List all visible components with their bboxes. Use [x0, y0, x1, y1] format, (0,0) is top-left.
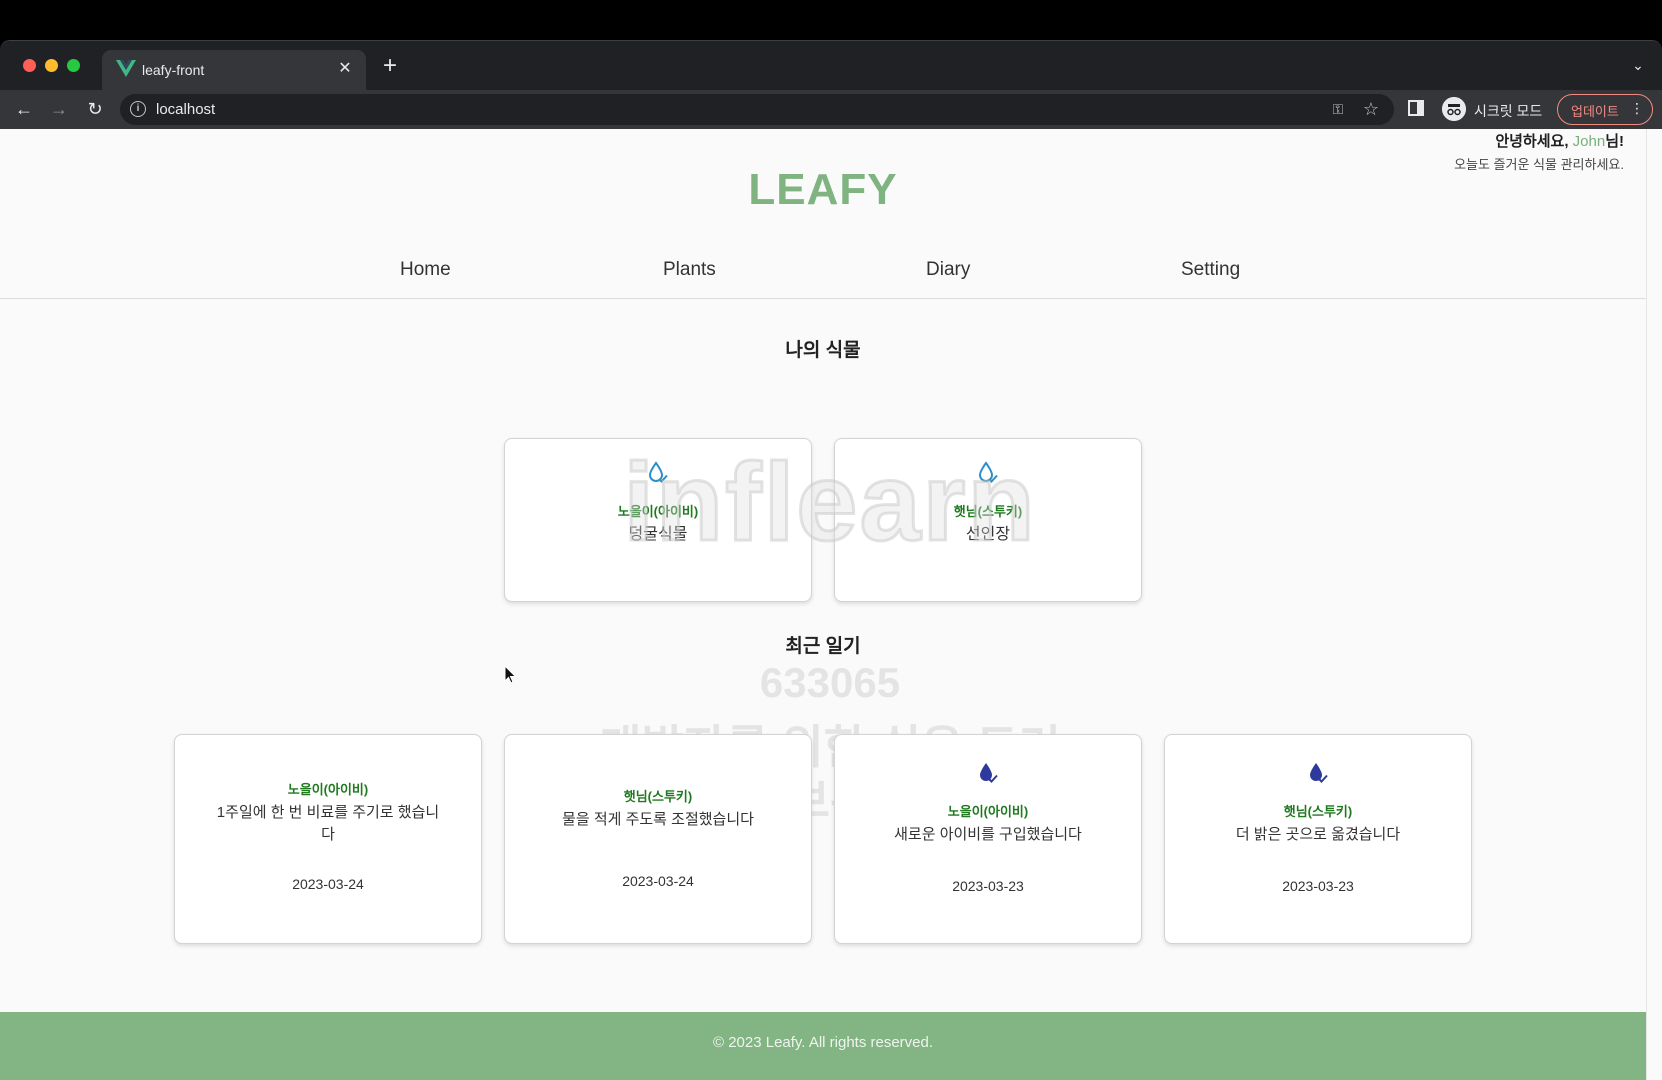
- diary-date: 2023-03-23: [952, 878, 1024, 894]
- water-drop-outline-icon: [978, 461, 998, 483]
- update-button[interactable]: 업데이트 ⋮: [1557, 94, 1653, 125]
- tab-title: leafy-front: [142, 62, 205, 78]
- diary-plant-name: 노을이(아이비): [947, 804, 1029, 819]
- tab-close-icon[interactable]: ✕: [334, 58, 356, 80]
- browser-window: leafy-front ✕ + ⌄ ← → ↻ i localhost ⚿ ☆ …: [0, 40, 1662, 1080]
- main-nav: Home Plants Diary Setting: [0, 247, 1646, 299]
- incognito-icon: [1442, 97, 1466, 121]
- water-drop-filled-icon: [980, 763, 998, 783]
- diary-text: 더 밝은 곳으로 옮겼습니다: [1235, 826, 1401, 843]
- recent-diary-title: 최근 일기: [785, 636, 861, 657]
- diary-card[interactable]: 햇님(스투키) 물을 적게 주도록 조절했습니다 2023-03-24: [504, 734, 812, 944]
- diary-text: 1주일에 한 번 비료를 주기로 했습니다: [216, 804, 440, 843]
- nav-diary[interactable]: Diary: [926, 259, 970, 281]
- diary-card[interactable]: 노을이(아이비) 1주일에 한 번 비료를 주기로 했습니다 2023-03-2…: [174, 734, 482, 944]
- address-bar[interactable]: i localhost ⚿ ☆: [120, 94, 1394, 125]
- diary-date: 2023-03-24: [622, 873, 694, 889]
- new-tab-button[interactable]: +: [378, 54, 402, 79]
- plant-type: 덩굴식물: [628, 526, 688, 543]
- incognito-label: 시크릿 모드: [1474, 103, 1543, 119]
- watermark-code: 633065: [759, 659, 901, 706]
- diary-plant-name: 햇님(스투키): [623, 789, 693, 804]
- greeting-suffix: 님!: [1605, 133, 1624, 150]
- diary-date: 2023-03-23: [1282, 878, 1354, 894]
- back-arrow-icon[interactable]: ←: [11, 96, 37, 122]
- footer-copyright: © 2023 Leafy. All rights reserved.: [712, 1034, 934, 1051]
- water-drop-outline-icon: [648, 461, 668, 483]
- nav-home[interactable]: Home: [400, 259, 451, 281]
- diary-plant-name: 햇님(스투키): [1283, 804, 1353, 819]
- mouse-cursor-icon: [504, 665, 517, 684]
- page-viewport: 안녕하세요, John님! 오늘도 즐거운 식물 관리하세요. LEAFY Ho…: [0, 129, 1662, 1080]
- plant-name: 노을이(아이비): [617, 504, 699, 519]
- forward-arrow-icon[interactable]: →: [46, 96, 72, 122]
- diary-text: 새로운 아이비를 구입했습니다: [894, 826, 1082, 843]
- bookmark-star-icon[interactable]: ☆: [1360, 98, 1382, 120]
- reload-icon[interactable]: ↻: [82, 96, 108, 122]
- password-key-icon[interactable]: ⚿: [1328, 99, 1348, 119]
- diary-plant-name: 노을이(아이비): [287, 782, 369, 797]
- site-info-icon[interactable]: i: [130, 101, 146, 117]
- diary-text: 물을 적게 주도록 조절했습니다: [562, 811, 754, 828]
- close-window-button[interactable]: [23, 59, 36, 72]
- page-footer: © 2023 Leafy. All rights reserved.: [0, 1012, 1646, 1080]
- plant-card[interactable]: 햇님(스투키) 선인장: [834, 438, 1142, 602]
- tab-search-chevron-icon[interactable]: ⌄: [1628, 57, 1648, 77]
- tab-strip: leafy-front ✕ + ⌄: [0, 41, 1662, 90]
- update-label: 업데이트: [1571, 104, 1619, 119]
- browser-toolbar: ← → ↻ i localhost ⚿ ☆ 시크릿 모드 업데이트 ⋮: [0, 90, 1662, 129]
- user-name: John: [1572, 133, 1606, 150]
- minimize-window-button[interactable]: [45, 59, 58, 72]
- more-menu-icon[interactable]: ⋮: [1630, 100, 1644, 117]
- greeting-line: 안녕하세요, John님!: [1454, 130, 1624, 151]
- leafy-logo[interactable]: LEAFY: [0, 165, 1646, 215]
- nav-setting[interactable]: Setting: [1181, 259, 1240, 281]
- maximize-window-button[interactable]: [67, 59, 80, 72]
- diary-date: 2023-03-24: [292, 876, 364, 892]
- diary-card[interactable]: 노을이(아이비) 새로운 아이비를 구입했습니다 2023-03-23: [834, 734, 1142, 944]
- url-text[interactable]: localhost: [156, 101, 215, 118]
- greeting-prefix: 안녕하세요,: [1495, 133, 1573, 150]
- diary-card[interactable]: 햇님(스투키) 더 밝은 곳으로 옮겼습니다 2023-03-23: [1164, 734, 1472, 944]
- my-plants-title: 나의 식물: [785, 340, 861, 361]
- vue-favicon-icon: [116, 60, 136, 77]
- vertical-scrollbar[interactable]: [1646, 129, 1662, 1080]
- plant-card[interactable]: 노을이(아이비) 덩굴식물: [504, 438, 812, 602]
- nav-plants[interactable]: Plants: [663, 259, 716, 281]
- plant-type: 선인장: [965, 526, 1011, 543]
- water-drop-filled-icon: [1310, 763, 1328, 783]
- side-panel-icon[interactable]: [1408, 100, 1424, 116]
- browser-tab[interactable]: leafy-front ✕: [102, 50, 366, 90]
- plant-name: 햇님(스투키): [953, 504, 1023, 519]
- os-menu-bar: [0, 0, 1662, 40]
